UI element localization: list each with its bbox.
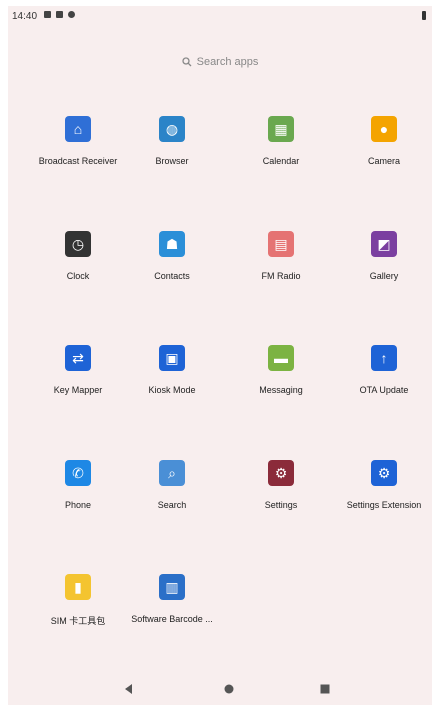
battery-icon (422, 11, 426, 20)
search-icon (181, 57, 192, 67)
app-label: Software Barcode ... (131, 614, 213, 624)
app-label: Clock (66, 271, 90, 281)
app-item[interactable]: ↑ OTA Update (334, 345, 432, 395)
message-icon: ▬ (268, 345, 294, 371)
app-item[interactable]: ✆ Phone (28, 460, 128, 510)
app-item[interactable]: ◩ Gallery (334, 231, 432, 281)
gear-icon: ⚙ (268, 460, 294, 486)
broadcast-icon: ⌂ (65, 116, 91, 142)
app-grid: ⌂ Broadcast Receiver ◍ Browser ▦ Calendar ● Cam… (8, 116, 432, 636)
sim-toolkit-icon: ▮ (65, 574, 91, 600)
clock-icon: ◷ (65, 231, 91, 257)
app-item[interactable]: ▬ Messaging (231, 345, 331, 395)
app-label: Kiosk Mode (148, 385, 196, 395)
app-label: Broadcast Receiver (38, 156, 118, 166)
app-label: SIM 卡工具包 (50, 616, 106, 626)
contacts-icon: ☗ (159, 231, 185, 257)
gallery-icon: ◩ (371, 231, 397, 257)
calendar-icon: ▦ (268, 116, 294, 142)
app-item[interactable]: ▤ FM Radio (231, 231, 331, 281)
notification-icon (44, 11, 51, 18)
app-item[interactable]: ▥ Software Barcode ... (122, 574, 222, 624)
app-item[interactable]: ▣ Kiosk Mode (122, 345, 222, 395)
app-item[interactable]: ▦ Calendar (231, 116, 331, 166)
status-bar: 14:40 (8, 6, 432, 30)
app-label: Calendar (262, 156, 300, 166)
app-label: Search (157, 500, 187, 510)
app-label: Phone (64, 500, 92, 510)
search-bar[interactable]: Search apps (8, 56, 432, 70)
app-item[interactable]: ◷ Clock (28, 231, 128, 281)
app-item[interactable]: ● Camera (334, 116, 432, 166)
home-icon[interactable] (224, 681, 234, 699)
app-label: Messaging (259, 385, 303, 395)
recents-icon[interactable] (320, 681, 330, 699)
app-label: Key Mapper (53, 385, 103, 395)
app-item[interactable]: ⚙ Settings (231, 460, 331, 510)
app-label: Browser (155, 156, 189, 166)
app-label: Settings Extension (346, 500, 422, 510)
app-item[interactable]: ⚙ Settings Extension (334, 460, 432, 510)
app-label: Gallery (369, 271, 399, 281)
magnifier-icon: ⌕ (159, 460, 185, 486)
app-item[interactable]: ⌕ Search (122, 460, 222, 510)
settings-gear-icon (68, 11, 75, 18)
app-label: OTA Update (359, 385, 409, 395)
upload-arrow-icon: ↑ (371, 345, 397, 371)
app-item[interactable]: ▮ SIM 卡工具包 (28, 574, 128, 627)
app-label: Settings (264, 500, 298, 510)
back-icon[interactable] (124, 681, 134, 699)
navigation-bar (8, 669, 432, 705)
status-icons (44, 11, 75, 18)
app-label: Camera (367, 156, 400, 166)
gear-icon: ⚙ (371, 460, 397, 486)
app-item[interactable]: ⇄ Key Mapper (28, 345, 128, 395)
radio-icon: ▤ (268, 231, 294, 257)
search-placeholder: Search apps (196, 56, 259, 68)
globe-icon: ◍ (159, 116, 185, 142)
launcher-screen: 14:40 Search apps ⌂ Broadcast Receiver ◍ Br… (8, 6, 432, 705)
phone-icon: ✆ (65, 460, 91, 486)
lock-icon: ▣ (159, 345, 185, 371)
status-time: 14:40 (12, 11, 38, 22)
app-item[interactable]: ⌂ Broadcast Receiver (28, 116, 128, 166)
camera-icon: ● (371, 116, 397, 142)
app-item[interactable]: ☗ Contacts (122, 231, 222, 281)
key-mapper-icon: ⇄ (65, 345, 91, 371)
notification-icon (56, 11, 63, 18)
barcode-icon: ▥ (159, 574, 185, 600)
app-label: Contacts (154, 271, 190, 281)
app-label: FM Radio (261, 271, 301, 281)
app-item[interactable]: ◍ Browser (122, 116, 222, 166)
